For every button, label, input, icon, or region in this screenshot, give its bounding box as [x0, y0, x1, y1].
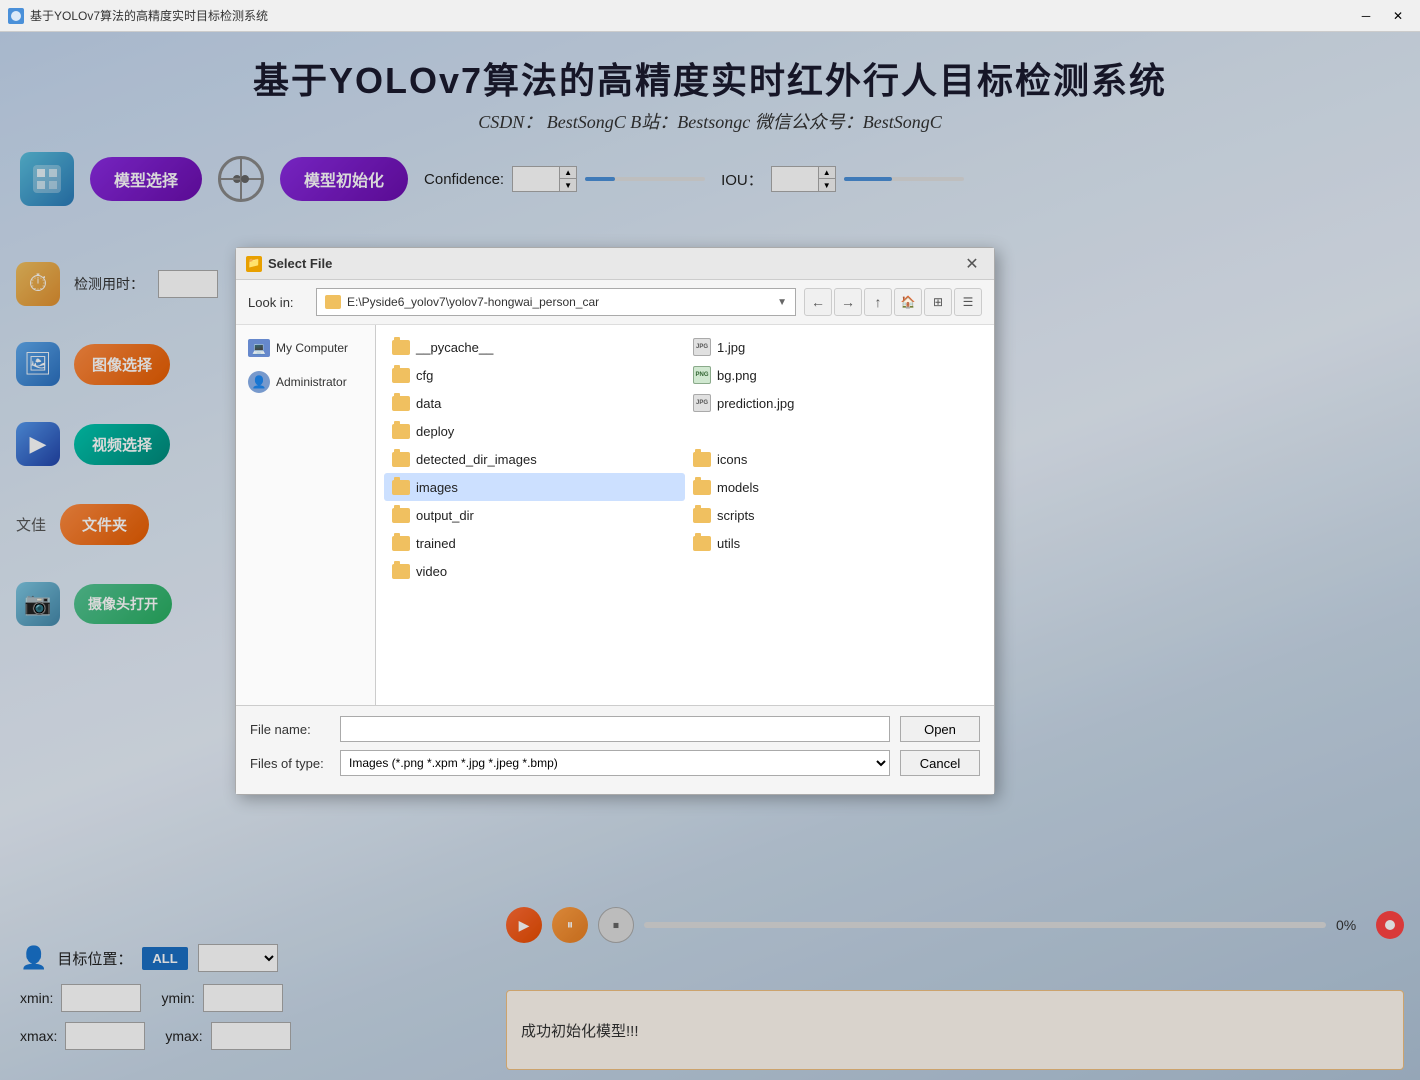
place-administrator-label: Administrator: [276, 375, 347, 389]
dialog-close-button[interactable]: ✕: [960, 252, 984, 276]
dialog-title-text: Select File: [268, 256, 332, 271]
file-item-trained[interactable]: trained: [384, 529, 685, 557]
folder-icon: [392, 424, 410, 439]
open-button[interactable]: Open: [900, 716, 980, 742]
file-name: icons: [717, 452, 747, 467]
computer-icon: 💻: [248, 339, 270, 357]
file-name-row: File name: Open: [250, 716, 980, 742]
look-in-label: Look in:: [248, 295, 308, 310]
file-name-label: File name:: [250, 722, 330, 737]
dialog-overlay: 📁 Select File ✕ Look in: E:\Pyside6_yolo…: [0, 32, 1420, 1080]
folder-icon: [693, 452, 711, 467]
file-name: output_dir: [416, 508, 474, 523]
folder-icon: [693, 536, 711, 551]
dialog-icon: 📁: [246, 256, 262, 272]
dialog-body: 💻 My Computer 👤 Administrator: [236, 325, 994, 705]
file-item-deploy[interactable]: deploy: [384, 417, 685, 445]
title-bar: 基于YOLOv7算法的高精度实时目标检测系统 ─ ✕: [0, 0, 1420, 32]
folder-icon: [693, 480, 711, 495]
file-item-images[interactable]: images: [384, 473, 685, 501]
files-panel[interactable]: __pycache__ JPG 1.jpg cfg PNG bg.png: [376, 325, 994, 705]
folder-icon: [392, 368, 410, 383]
nav-back-button[interactable]: ←: [804, 288, 832, 316]
file-name: deploy: [416, 424, 454, 439]
files-of-type-row: Files of type: Images (*.png *.xpm *.jpg…: [250, 750, 980, 776]
file-item-utils[interactable]: utils: [685, 529, 986, 557]
look-in-folder-icon: [325, 295, 341, 309]
file-item-bgpng[interactable]: PNG bg.png: [685, 361, 986, 389]
look-in-arrow-icon: ▼: [777, 297, 787, 308]
look-in-nav: ← → ↑ 🏠 ⊞ ☰: [804, 288, 982, 316]
file-item-1jpg[interactable]: JPG 1.jpg: [685, 333, 986, 361]
user-icon: 👤: [248, 371, 270, 393]
file-name: cfg: [416, 368, 433, 383]
folder-icon: [392, 564, 410, 579]
file-name: video: [416, 564, 447, 579]
dialog-title-bar: 📁 Select File ✕: [236, 248, 994, 280]
folder-icon: [392, 480, 410, 495]
files-of-type-select[interactable]: Images (*.png *.xpm *.jpg *.jpeg *.bmp): [340, 750, 890, 776]
file-item-data[interactable]: data: [384, 389, 685, 417]
file-name: images: [416, 480, 458, 495]
file-item-icons[interactable]: icons: [685, 445, 986, 473]
nav-grid-view-button[interactable]: ⊞: [924, 288, 952, 316]
app-icon: [8, 8, 24, 24]
nav-list-view-button[interactable]: ☰: [954, 288, 982, 316]
folder-icon: [693, 508, 711, 523]
look-in-combo[interactable]: E:\Pyside6_yolov7\yolov7-hongwai_person_…: [316, 288, 796, 316]
main-content: 基于YOLOv7算法的高精度实时红外行人目标检测系统 CSDN： BestSon…: [0, 32, 1420, 1080]
file-name-input[interactable]: [340, 716, 890, 742]
file-name: trained: [416, 536, 456, 551]
place-my-computer[interactable]: 💻 My Computer: [240, 333, 371, 363]
file-name: data: [416, 396, 441, 411]
file-name: __pycache__: [416, 340, 493, 355]
png-icon: PNG: [693, 366, 711, 384]
file-name: scripts: [717, 508, 755, 523]
file-item-models[interactable]: models: [685, 473, 986, 501]
dialog-title-left: 📁 Select File: [246, 256, 332, 272]
file-item-detected[interactable]: detected_dir_images: [384, 445, 685, 473]
folder-icon: [392, 396, 410, 411]
file-name: bg.png: [717, 368, 757, 383]
files-of-type-label: Files of type:: [250, 756, 330, 771]
place-administrator[interactable]: 👤 Administrator: [240, 365, 371, 399]
minimize-button[interactable]: ─: [1352, 6, 1380, 26]
look-in-path: E:\Pyside6_yolov7\yolov7-hongwai_person_…: [347, 295, 771, 309]
cancel-button[interactable]: Cancel: [900, 750, 980, 776]
title-bar-controls: ─ ✕: [1352, 6, 1412, 26]
app-window: 基于YOLOv7算法的高精度实时目标检测系统 ─ ✕ 基于YOLOv7算法的高精…: [0, 0, 1420, 1080]
file-item-pycache[interactable]: __pycache__: [384, 333, 685, 361]
folder-icon: [392, 452, 410, 467]
file-item-prediction[interactable]: JPG prediction.jpg: [685, 389, 986, 417]
close-button[interactable]: ✕: [1384, 6, 1412, 26]
title-bar-left: 基于YOLOv7算法的高精度实时目标检测系统: [8, 7, 268, 24]
folder-icon: [392, 340, 410, 355]
look-in-row: Look in: E:\Pyside6_yolov7\yolov7-hongwa…: [236, 280, 994, 325]
nav-forward-button[interactable]: →: [834, 288, 862, 316]
place-my-computer-label: My Computer: [276, 341, 348, 355]
file-item-video[interactable]: video: [384, 557, 685, 585]
folder-icon: [392, 508, 410, 523]
nav-up-button[interactable]: ↑: [864, 288, 892, 316]
nav-home-button[interactable]: 🏠: [894, 288, 922, 316]
file-name: utils: [717, 536, 740, 551]
file-dialog: 📁 Select File ✕ Look in: E:\Pyside6_yolo…: [235, 247, 995, 795]
file-name: detected_dir_images: [416, 452, 537, 467]
file-name: models: [717, 480, 759, 495]
folder-icon: [392, 536, 410, 551]
file-item-output[interactable]: output_dir: [384, 501, 685, 529]
jpg-icon: JPG: [693, 338, 711, 356]
places-panel: 💻 My Computer 👤 Administrator: [236, 325, 376, 705]
title-bar-text: 基于YOLOv7算法的高精度实时目标检测系统: [30, 7, 268, 24]
dialog-footer: File name: Open Files of type: Images (*…: [236, 705, 994, 794]
file-name: prediction.jpg: [717, 396, 794, 411]
jpg-icon: JPG: [693, 394, 711, 412]
file-item-cfg[interactable]: cfg: [384, 361, 685, 389]
file-name: 1.jpg: [717, 340, 745, 355]
file-item-scripts[interactable]: scripts: [685, 501, 986, 529]
